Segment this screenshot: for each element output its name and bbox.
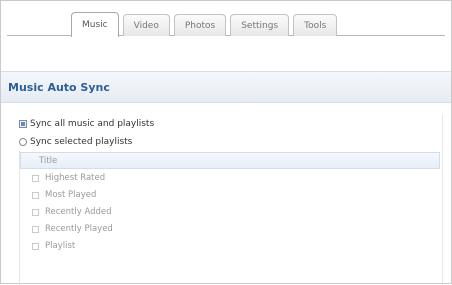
playlist-checkbox[interactable] — [32, 174, 39, 182]
column-header-label: Title — [39, 155, 58, 166]
playlist-list: Title Highest Rated Most Played Recently… — [19, 151, 442, 285]
tab-video[interactable]: Video — [122, 14, 170, 36]
tab-tools[interactable]: Tools — [293, 14, 338, 36]
sync-all-checkbox[interactable] — [19, 119, 27, 128]
section-title: Music Auto Sync — [1, 71, 451, 103]
playlist-checkbox[interactable] — [32, 208, 39, 216]
list-item[interactable]: Most Played — [32, 188, 96, 202]
playlist-checkbox[interactable] — [32, 191, 39, 199]
sync-window: Music Video Photos Settings Tools Music … — [0, 0, 452, 285]
playlist-name: Highest Rated — [45, 173, 106, 183]
tab-settings[interactable]: Settings — [230, 14, 290, 36]
sync-all-label: Sync all music and playlists — [30, 118, 155, 129]
panel-right-border — [442, 115, 443, 285]
playlist-name: Recently Played — [45, 224, 113, 234]
list-item[interactable]: Playlist — [32, 239, 75, 253]
sync-selected-label: Sync selected playlists — [30, 136, 133, 147]
sync-selected-option[interactable]: Sync selected playlists — [19, 135, 132, 148]
sync-options-panel: Sync all music and playlists Sync select… — [19, 115, 449, 285]
sync-all-option[interactable]: Sync all music and playlists — [19, 117, 154, 130]
playlist-name: Playlist — [45, 241, 76, 251]
tab-music[interactable]: Music — [71, 12, 119, 37]
sync-selected-radio[interactable] — [19, 137, 27, 146]
playlist-checkbox[interactable] — [32, 225, 39, 233]
list-item[interactable]: Recently Added — [32, 205, 112, 219]
list-item[interactable]: Highest Rated — [32, 171, 105, 185]
playlist-name: Recently Added — [45, 207, 112, 217]
tab-photos[interactable]: Photos — [173, 14, 227, 36]
tab-bar: Music Video Photos Settings Tools — [71, 11, 338, 37]
list-item[interactable]: Recently Played — [32, 222, 113, 236]
playlist-checkbox[interactable] — [32, 242, 39, 250]
playlist-column-header[interactable]: Title — [20, 152, 440, 169]
section-title-text: Music Auto Sync — [8, 80, 110, 94]
playlist-name: Most Played — [45, 190, 97, 200]
